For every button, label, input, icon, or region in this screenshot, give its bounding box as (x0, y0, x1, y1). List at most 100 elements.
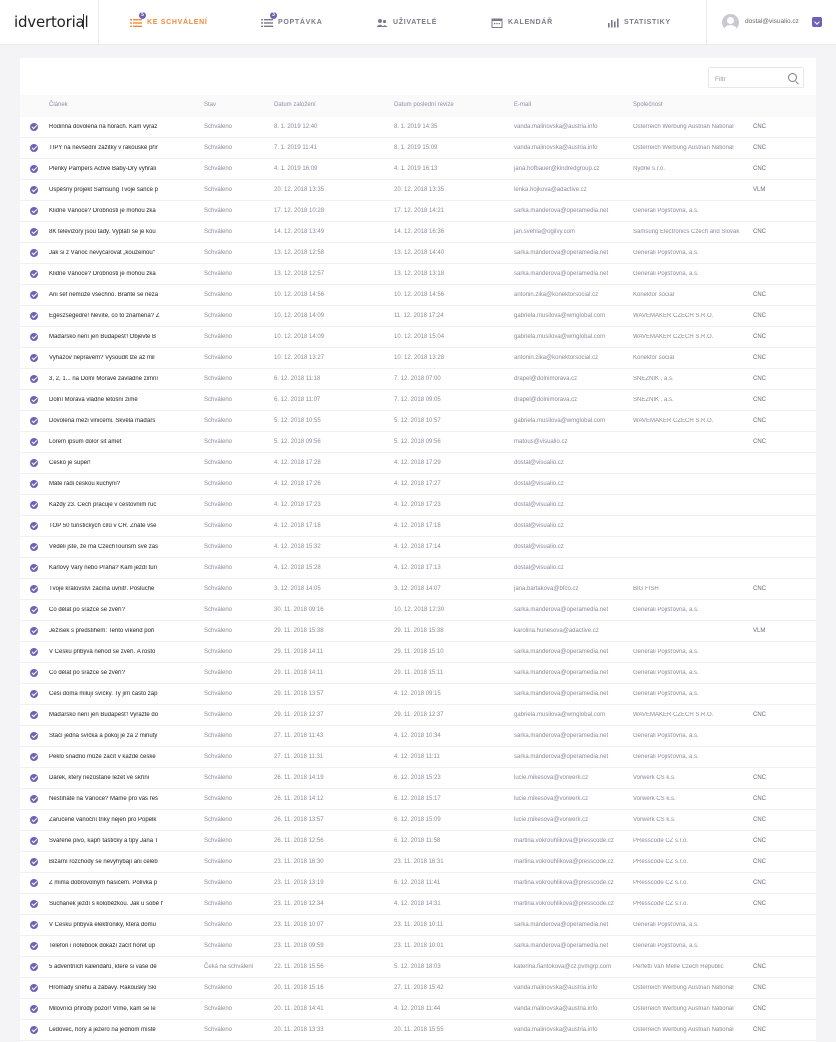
article-title[interactable]: Máte rádi českou kuchyni? (49, 481, 163, 487)
article-title[interactable]: Egészségedre! Nevíte, co to znamená? Z (49, 313, 163, 319)
article-title[interactable]: Telefon i notebook dokáží začít hořet úp (49, 943, 163, 949)
table-row[interactable]: Milovníci přírody pozor! Víme, kam se le… (20, 999, 816, 1020)
article-title[interactable]: Vyhazov neprávem? Vysoudit lze až mil (49, 355, 163, 361)
table-row[interactable]: Stačí jedna svíčka a pokoj je za 2 minut… (20, 726, 816, 747)
table-row[interactable]: Suchánek jezdí s koloběžkou. Jak u sobě … (20, 894, 816, 915)
table-row[interactable]: 8K televizory jsou tady. Vyplatí se je k… (20, 222, 816, 243)
user-email[interactable]: dostal@visualio.cz (745, 18, 799, 25)
nav-item-4[interactable]: KALENDÁŘ (491, 0, 553, 45)
table-row[interactable]: Maďarsko není jen Budapešť! Objevte B Sch… (20, 327, 816, 348)
article-title[interactable]: Klidné Vánoce? Drobnosti je mohou zka (49, 208, 163, 214)
article-title[interactable]: TOP 50 turistických cílů v ČR. Znáte vše (49, 523, 163, 529)
table-row[interactable]: Zaručené vánoční triky nejen pro Popelk S… (20, 810, 816, 831)
table-row[interactable]: Češi doma milují svíčky. Ty jim často za… (20, 684, 816, 705)
article-title[interactable]: V Česku přibývá nehod se zvěří. A rosto (49, 649, 163, 655)
article-title[interactable]: Česko je super! (49, 460, 163, 466)
nav-item-1[interactable]: 5 KE SCHVÁLENÍ (130, 0, 208, 45)
table-row[interactable]: Nestíháte na Vánoce? Máme pro vás řeš Sch… (20, 789, 816, 810)
nav-item-5[interactable]: STATISTIKY (607, 0, 671, 45)
column-header-email[interactable]: E-mail (514, 102, 531, 108)
table-row[interactable]: Egészségedre! Nevíte, co to znamená? Z Sc… (20, 306, 816, 327)
table-row[interactable]: Lorem ipsum dolor sit amet Schváleno 5. 12… (20, 432, 816, 453)
article-title[interactable]: Milovníci přírody pozor! Víme, kam se le (49, 1006, 163, 1012)
article-title[interactable]: Dolní Morava vládne letošní zimě (49, 397, 163, 403)
article-title[interactable]: 5 adventních kalendářů, které si vaše dě (49, 964, 163, 970)
article-title[interactable]: Stačí jedna svíčka a pokoj je za 2 minut… (49, 733, 163, 739)
table-row[interactable]: 5 adventních kalendářů, které si vaše dě… (20, 957, 816, 978)
article-title[interactable]: Plenky Pampers Active Baby-Dry vyhráli (49, 166, 163, 172)
article-title[interactable]: Ani šéf nemůže všechno. Braňte se neza (49, 292, 163, 298)
table-row[interactable]: V Česku přibývá elektroniky, která domu S… (20, 915, 816, 936)
table-row[interactable]: Ježíšek s předstihem: Tento víkend poři S… (20, 621, 816, 642)
table-row[interactable]: Plenky Pampers Active Baby-Dry vyhráli Sc… (20, 159, 816, 180)
table-row[interactable]: 3, 2, 1... na Dolní Moravě zavládne zimn… (20, 369, 816, 390)
article-title[interactable]: Co dělat po srážce se zvěří? (49, 670, 163, 676)
table-row[interactable]: Peklo snadno může začít v každé české Sch… (20, 747, 816, 768)
article-title[interactable]: Bizarní rozchody se nevyhýbají ani celeb (49, 859, 163, 865)
article-title[interactable]: Hromady sněhu a zábavy. Rakouský Ski (49, 985, 163, 991)
article-title[interactable]: Nestíháte na Vánoce? Máme pro vás řeš (49, 796, 163, 802)
article-title[interactable]: Češi doma milují svíčky. Ty jim často za… (49, 691, 163, 697)
nav-item-3[interactable]: UŽIVATELÉ (376, 0, 437, 45)
table-row[interactable]: Máte rádi českou kuchyni? Schváleno 4. 12.… (20, 474, 816, 495)
table-row[interactable]: Jak si z Vánoc nevyčarovat „kouzelnou“ Sc… (20, 243, 816, 264)
article-title[interactable]: Peklo snadno může začít v každé české (49, 754, 163, 760)
table-row[interactable]: Tvoje království začíná uvnitř. Posluche… (20, 579, 816, 600)
article-title[interactable]: Maďarsko není jen Budapešť! Objevte B (49, 334, 163, 340)
article-title[interactable]: V Česku přibývá elektroniky, která domu (49, 922, 163, 928)
article-title[interactable]: Svařené pivo, kapří taštičky a tipy Jana… (49, 838, 163, 844)
table-row[interactable]: Maďarsko není jen Budapešť! Vyrazte do Sc… (20, 705, 816, 726)
article-title[interactable]: Jak si z Vánoc nevyčarovat „kouzelnou“ (49, 250, 163, 256)
article-title[interactable]: Co dělat po srážce se zvěří? (49, 607, 163, 613)
table-row[interactable]: TOP 50 turistických cílů v ČR. Znáte vše… (20, 516, 816, 537)
table-row[interactable]: Karlovy Vary nebo Praha? Kam jezdí turi S… (20, 558, 816, 579)
article-title[interactable]: Dárek, který nezůstane ležet ve skříni (49, 775, 163, 781)
article-title[interactable]: Lorem ipsum dolor sit amet (49, 439, 163, 445)
article-title[interactable]: 3, 2, 1... na Dolní Moravě zavládne zimn… (49, 376, 163, 382)
table-row[interactable]: Ledovec, hory a jezero na jednom místě Sc… (20, 1020, 816, 1041)
table-row[interactable]: Rodinná dovolená na horách. Kam vyraz Sch… (20, 117, 816, 138)
table-row[interactable]: Svařené pivo, kapří taštičky a tipy Jana… (20, 831, 816, 852)
chevron-down-icon[interactable] (812, 17, 822, 27)
table-row[interactable]: Vyhazov neprávem? Vysoudit lze až mil Sch… (20, 348, 816, 369)
article-title[interactable]: Věděli jste, že má CzechTourism své zas (49, 544, 163, 550)
table-row[interactable]: Co dělat po srážce se zvěří? Schváleno 30.… (20, 600, 816, 621)
table-row[interactable]: V Česku přibývá nehod se zvěří. A rosto S… (20, 642, 816, 663)
table-row[interactable]: Dovolená mezi vinicemi. Skvělá maďars Sch… (20, 411, 816, 432)
column-header-company[interactable]: Společnost (633, 102, 663, 108)
article-title[interactable]: Úspěšný projekt Samsung Tvoje šance p (49, 187, 163, 193)
article-title[interactable]: Klidné Vánoce? Drobnosti je mohou zka (49, 271, 163, 277)
article-title[interactable]: Maďarsko není jen Budapešť! Vyrazte do (49, 712, 163, 718)
avatar[interactable] (722, 14, 739, 31)
table-row[interactable]: TIPY na nevšední zážitky v rakouské přír… (20, 138, 816, 159)
article-title[interactable]: Zaručené vánoční triky nejen pro Popelk (49, 817, 163, 823)
filter-input[interactable] (709, 70, 781, 89)
article-title[interactable]: Ježíšek s předstihem: Tento víkend poři (49, 628, 163, 634)
table-row[interactable]: Klidné Vánoce? Drobnosti je mohou zka Sch… (20, 201, 816, 222)
column-header-created[interactable]: Datum založení (274, 102, 316, 108)
table-row[interactable]: Každý 23. Čech pracuje v cestovním ruc Sc… (20, 495, 816, 516)
table-row[interactable]: Klidné Vánoce? Drobnosti je mohou zka Sch… (20, 264, 816, 285)
article-title[interactable]: Karlovy Vary nebo Praha? Kam jezdí turi (49, 565, 163, 571)
column-header-status[interactable]: Stav (204, 102, 216, 108)
article-title[interactable]: TIPY na nevšední zážitky v rakouské přír (49, 145, 163, 151)
column-header-article[interactable]: Článek (49, 102, 68, 108)
table-row[interactable]: Z mima dobrovolným hasičem. Polívka p Sch… (20, 873, 816, 894)
search-icon[interactable] (788, 73, 797, 82)
article-title[interactable]: Rodinná dovolená na horách. Kam vyraz (49, 124, 163, 130)
table-row[interactable]: Bizarní rozchody se nevyhýbají ani celeb… (20, 852, 816, 873)
table-row[interactable]: Dolní Morava vládne letošní zimě Schválen… (20, 390, 816, 411)
article-title[interactable]: Dovolená mezi vinicemi. Skvělá maďars (49, 418, 163, 424)
logo[interactable]: idvertorial (14, 13, 89, 31)
column-header-revised[interactable]: Datum poslední revize (394, 102, 454, 108)
nav-item-2[interactable]: 3 POPTÁVKA (261, 0, 323, 45)
article-title[interactable]: Každý 23. Čech pracuje v cestovním ruc (49, 502, 163, 508)
table-row[interactable]: Dárek, který nezůstane ležet ve skříni Sc… (20, 768, 816, 789)
table-row[interactable]: Hromady sněhu a zábavy. Rakouský Ski Schv… (20, 978, 816, 999)
table-row[interactable]: Ani šéf nemůže všechno. Braňte se neza Sc… (20, 285, 816, 306)
table-row[interactable]: Úspěšný projekt Samsung Tvoje šance p Sch… (20, 180, 816, 201)
table-row[interactable]: Věděli jste, že má CzechTourism své zas S… (20, 537, 816, 558)
article-title[interactable]: Tvoje království začíná uvnitř. Posluche (49, 586, 163, 592)
table-row[interactable]: Co dělat po srážce se zvěří? Schváleno 29.… (20, 663, 816, 684)
article-title[interactable]: Suchánek jezdí s koloběžkou. Jak u sobě … (49, 901, 163, 907)
